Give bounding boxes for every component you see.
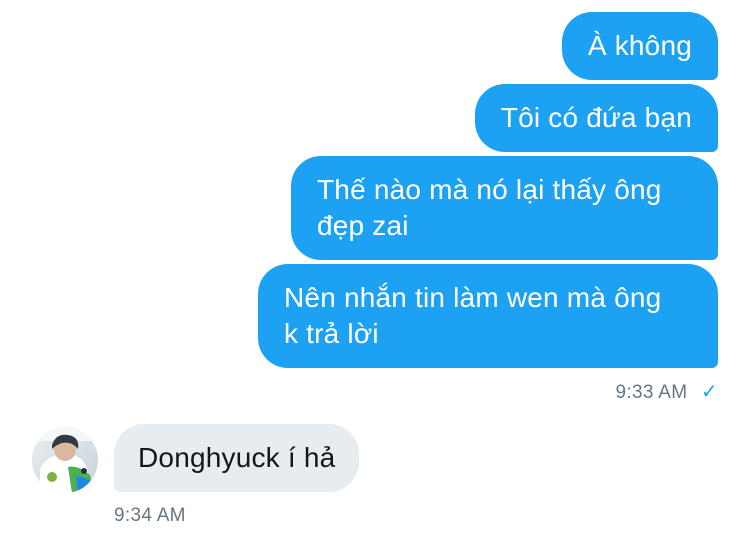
user-avatar-photo <box>32 427 98 493</box>
read-check-icon: ✓ <box>700 381 718 403</box>
outgoing-timestamp: 9:33 AM <box>615 382 688 403</box>
outgoing-timestamp-row: 9:33 AM ✓ <box>616 379 718 404</box>
outgoing-message[interactable]: Thế nào mà nó lại thấy ông đẹp zai <box>291 156 718 260</box>
outgoing-message[interactable]: Nên nhắn tin làm wen mà ông k trả lời <box>258 264 718 368</box>
incoming-timestamp: 9:34 AM <box>114 505 186 526</box>
outgoing-message[interactable]: Tôi có đứa bạn <box>474 84 718 152</box>
avatar[interactable] <box>32 427 98 493</box>
incoming-message[interactable]: Donghyuck í hả <box>114 424 360 492</box>
outgoing-message[interactable]: À không <box>561 12 718 80</box>
